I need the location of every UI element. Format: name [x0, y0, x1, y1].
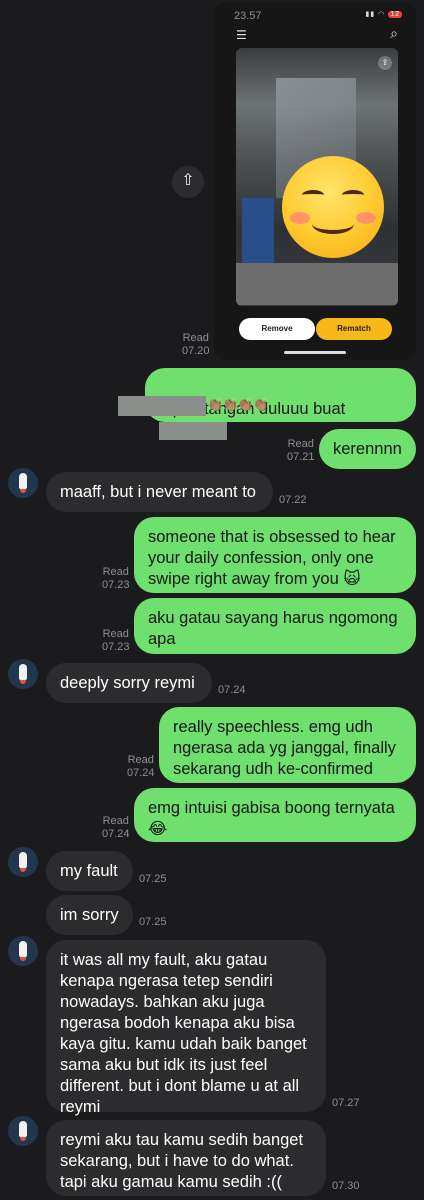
timestamp: 07.23: [102, 641, 130, 653]
timestamp: 07.20: [182, 345, 210, 357]
contact-avatar-rocket-icon[interactable]: [8, 1116, 38, 1146]
message-received[interactable]: it was all my fault, aku gatau kenapa ng…: [46, 940, 326, 1116]
message-sent[interactable]: really speechless. emg udh ngerasa ada y…: [159, 707, 416, 783]
home-indicator: [284, 351, 346, 354]
hamburger-menu-icon: ☰: [236, 28, 247, 42]
redaction-block: [118, 396, 206, 416]
timestamp: 07.30: [332, 1180, 360, 1192]
redaction-bar: [236, 263, 398, 305]
battery-icon: 12: [388, 11, 402, 18]
embedded-photo: ⇪: [236, 48, 398, 306]
timestamp: 07.22: [279, 494, 307, 506]
message-sent[interactable]: aku gatau sayang harus ngomong apa: [134, 598, 416, 654]
read-label: Read: [102, 628, 129, 640]
read-receipt: Read 07.24: [127, 754, 155, 780]
timestamp: 07.27: [332, 1097, 360, 1109]
timestamp: 07.21: [287, 451, 315, 463]
message-sent[interactable]: someone that is obsessed to hear your da…: [134, 517, 416, 593]
timestamp: 07.24: [127, 767, 155, 779]
contact-avatar-rocket-icon[interactable]: [8, 659, 38, 689]
rematch-button: Rematch: [316, 318, 392, 340]
read-receipt: Read 07.23: [102, 566, 130, 592]
timestamp: 07.23: [102, 579, 130, 591]
read-label: Read: [182, 332, 209, 344]
read-label: Read: [102, 815, 129, 827]
photo-share-icon: ⇪: [378, 56, 392, 70]
read-label: Read: [287, 438, 314, 450]
clapping-hands-emoji: 👏🏽👏🏽👏🏽👏🏽: [207, 397, 269, 412]
contact-avatar-rocket-icon[interactable]: [8, 847, 38, 877]
embedded-status-bar: 23.57 ▮▮ ◠ 12: [214, 10, 416, 22]
redaction-block: [159, 421, 227, 440]
remove-button: Remove: [239, 318, 315, 340]
read-receipt: Read 07.24: [102, 815, 130, 841]
shared-screenshot-image[interactable]: 23.57 ▮▮ ◠ 12 ☰ ⌕ ⇪ Remove Rematch: [214, 2, 416, 360]
timestamp: 07.25: [139, 916, 167, 928]
message-received[interactable]: reymi aku tau kamu sedih banget sekarang…: [46, 1120, 326, 1196]
smiling-face-sticker-icon: [282, 156, 384, 258]
search-icon: ⌕: [390, 25, 398, 41]
message-sent[interactable]: kerennnn: [319, 429, 416, 469]
photo-blue-object: [242, 198, 274, 268]
read-receipt: Read 07.23: [102, 628, 130, 654]
read-receipt: Read 07.20: [182, 332, 210, 358]
message-received[interactable]: my fault: [46, 851, 133, 891]
embedded-status-icons: ▮▮ ◠ 12: [365, 11, 402, 18]
contact-avatar-rocket-icon[interactable]: [8, 936, 38, 966]
share-icon[interactable]: ⇧: [172, 166, 204, 198]
timestamp: 07.24: [102, 828, 130, 840]
message-received[interactable]: im sorry: [46, 895, 133, 935]
read-label: Read: [127, 754, 154, 766]
message-sent[interactable]: emg intuisi gabisa boong ternyata 😂: [134, 788, 416, 842]
contact-avatar-rocket-icon[interactable]: [8, 468, 38, 498]
read-label: Read: [102, 566, 129, 578]
read-receipt: Read 07.21: [287, 438, 315, 464]
embedded-status-time: 23.57: [234, 10, 262, 22]
message-received[interactable]: maaff, but i never meant to: [46, 472, 273, 512]
timestamp: 07.25: [139, 873, 167, 885]
timestamp: 07.24: [218, 684, 246, 696]
message-received[interactable]: deeply sorry reymi: [46, 663, 212, 703]
